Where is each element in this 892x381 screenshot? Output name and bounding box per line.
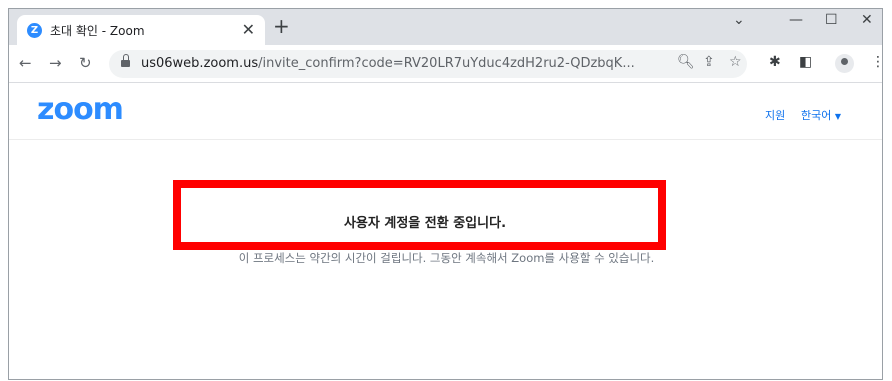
- tab-title: 초대 확인 - Zoom: [50, 24, 145, 38]
- support-link[interactable]: 지원: [765, 107, 785, 123]
- window-close-icon[interactable]: ✕: [861, 12, 873, 28]
- browser-tab[interactable]: Z 초대 확인 - Zoom ✕: [17, 15, 265, 45]
- url-text[interactable]: us06web.zoom.us/invite_confirm?code=RV20…: [141, 56, 635, 71]
- share-icon[interactable]: ⇪: [703, 54, 715, 70]
- language-dropdown[interactable]: 한국어 ▼: [801, 107, 841, 123]
- status-message: 사용자 계정을 전환 중입니다.: [343, 216, 507, 231]
- back-arrow-icon[interactable]: ←: [19, 54, 32, 72]
- zoom-favicon-icon: Z: [27, 23, 42, 38]
- reload-icon[interactable]: ↻: [79, 54, 92, 72]
- bookmark-star-icon[interactable]: ☆: [729, 54, 742, 70]
- zoom-header: zoom 지원 한국어 ▼: [9, 84, 882, 140]
- lock-icon: [121, 54, 130, 68]
- tab-search-chevron-icon[interactable]: ⌄: [733, 12, 745, 28]
- maximize-icon[interactable]: ☐: [825, 12, 838, 28]
- new-tab-icon[interactable]: +: [273, 14, 290, 38]
- side-panel-icon[interactable]: ◧: [799, 54, 812, 70]
- zoom-magnifier-icon[interactable]: 🔍︎: [677, 54, 695, 70]
- extensions-puzzle-icon[interactable]: ✱: [769, 54, 781, 70]
- address-bar[interactable]: us06web.zoom.us/invite_confirm?code=RV20…: [109, 50, 747, 78]
- zoom-logo[interactable]: zoom: [37, 92, 124, 127]
- language-label: 한국어: [801, 109, 832, 122]
- minimize-icon[interactable]: —: [789, 12, 803, 28]
- obscured-instruction-text: 이 프로세스는 약간의 시간이 걸립니다. 그동안 계속해서 Zoom를 사용할…: [238, 251, 655, 265]
- forward-arrow-icon[interactable]: →: [49, 54, 62, 72]
- browser-toolbar: ← → ↻ us06web.zoom.us/invite_confirm?cod…: [9, 45, 882, 83]
- caret-down-icon: ▼: [834, 112, 842, 121]
- menu-kebab-icon[interactable]: ⋮: [871, 54, 882, 70]
- tab-strip: Z 초대 확인 - Zoom ✕ + ⌄ — ☐ ✕: [9, 9, 882, 45]
- zoom-page: zoom 지원 한국어 ▼ 이 프로세스는 약간의 시간이 걸립니다. 그동안 …: [9, 84, 882, 379]
- tab-close-icon[interactable]: ✕: [242, 20, 255, 39]
- profile-avatar-icon[interactable]: [835, 54, 854, 73]
- browser-window: Z 초대 확인 - Zoom ✕ + ⌄ — ☐ ✕ ← → ↻ us06web…: [8, 8, 883, 380]
